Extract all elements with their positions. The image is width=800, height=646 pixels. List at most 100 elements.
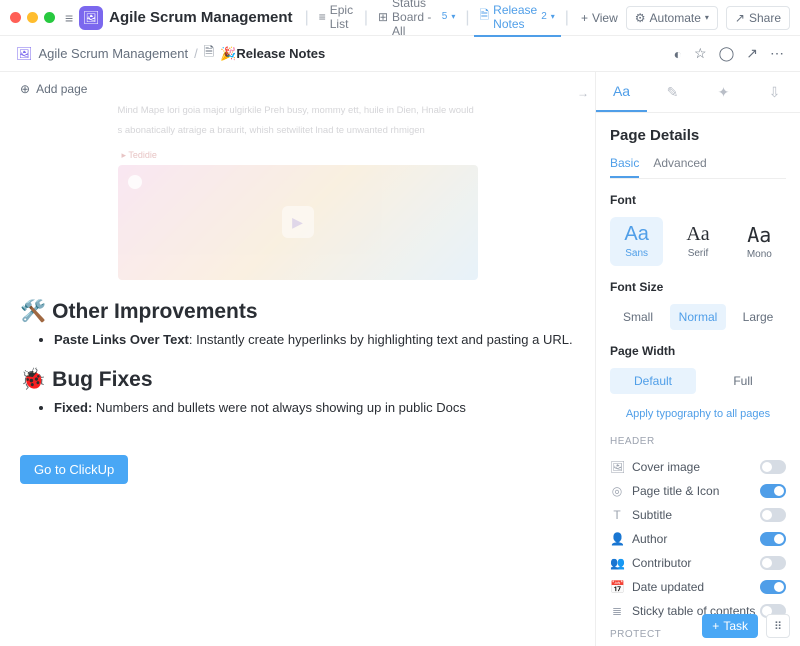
tab-count: 2 xyxy=(541,11,547,22)
fontsize-label: Font Size xyxy=(610,280,786,294)
toggle-switch[interactable] xyxy=(760,460,786,474)
video-thumbnail[interactable]: ▶ xyxy=(118,165,478,280)
toggle-switch[interactable] xyxy=(760,580,786,594)
row-icon: T xyxy=(610,508,624,522)
breadcrumb-separator: / xyxy=(194,46,198,61)
more-icon[interactable]: ⋯ xyxy=(770,45,784,62)
robot-icon: ⚙ xyxy=(635,11,646,25)
heading-text: Other Improvements xyxy=(52,300,257,324)
sub-tab-advanced[interactable]: Advanced xyxy=(653,156,706,178)
row-icon: 📅 xyxy=(610,580,624,594)
doc-icon: 🗎 xyxy=(204,43,214,65)
doc-icon: 🖼 xyxy=(16,46,33,62)
chevron-down-icon[interactable]: ▾ xyxy=(551,12,555,21)
row-label: Cover image xyxy=(632,460,700,474)
list-icon: ≡ xyxy=(319,10,326,24)
row-icon: 👥 xyxy=(610,556,624,570)
sidebar-title: Page Details xyxy=(610,127,786,144)
side-tab-ai[interactable]: ✦ xyxy=(698,72,749,112)
breadcrumb-current: 🎉Release Notes xyxy=(220,46,325,62)
workspace-icon: 🖼 xyxy=(79,6,103,30)
row-label: Contributor xyxy=(632,556,691,570)
tools-icon: 🛠️ xyxy=(20,300,46,324)
toggle-switch[interactable] xyxy=(760,532,786,546)
ghost-text-line: Mind Mape lori goia major ulgirkile Preh… xyxy=(118,104,478,118)
comment-icon[interactable]: ◯ xyxy=(719,45,735,62)
add-page-button[interactable]: ⊕ Add page xyxy=(20,82,575,96)
task-label: Task xyxy=(723,619,748,633)
add-view-button[interactable]: + View xyxy=(573,7,626,29)
chevron-down-icon[interactable]: ▾ xyxy=(451,12,455,21)
tab-label: Status Board - All xyxy=(392,0,438,38)
new-task-button[interactable]: + Task xyxy=(702,614,758,638)
section-heading-bugfixes: 🐞 Bug Fixes xyxy=(20,368,575,392)
doc-icon: 🗎 xyxy=(480,6,490,27)
font-label: Font xyxy=(610,193,786,207)
fontsize-large[interactable]: Large xyxy=(730,304,786,330)
go-to-clickup-button[interactable]: Go to ClickUp xyxy=(20,455,128,484)
share-icon: ↗ xyxy=(735,11,745,25)
row-icon: 🖼 xyxy=(610,460,624,474)
list-item: Fixed: Numbers and bullets were not alwa… xyxy=(54,398,575,419)
star-icon[interactable]: ☆ xyxy=(694,45,707,62)
plus-icon: + xyxy=(712,619,719,633)
side-tab-export[interactable]: ⇩ xyxy=(749,72,800,112)
link-icon[interactable]: ↗ xyxy=(746,45,758,62)
apply-typography-link[interactable]: Apply typography to all pages xyxy=(610,408,786,420)
section-heading-improvements: 🛠️ Other Improvements xyxy=(20,300,575,324)
collapse-sidebar-icon[interactable]: → xyxy=(577,86,589,100)
header-option-row: 🖼 Cover image xyxy=(610,455,786,479)
side-tab-settings[interactable]: ✎ xyxy=(647,72,698,112)
fontsize-normal[interactable]: Normal xyxy=(670,304,726,330)
menu-icon[interactable]: ≡ xyxy=(65,10,73,26)
tab-epic-list[interactable]: ≡ Epic List xyxy=(313,0,360,37)
row-label: Author xyxy=(632,532,667,546)
tab-status-board[interactable]: ⊞ Status Board - All 5 ▾ xyxy=(372,0,461,44)
close-window-dot[interactable] xyxy=(10,12,21,23)
header-option-row: ◎ Page title & Icon xyxy=(610,479,786,503)
workspace-title: Agile Scrum Management xyxy=(109,9,292,26)
add-view-label: View xyxy=(592,11,618,25)
tab-label: Release Notes xyxy=(493,3,537,31)
theme-icon[interactable]: ◐ xyxy=(674,46,682,62)
toggle-switch[interactable] xyxy=(760,484,786,498)
tab-count: 5 xyxy=(442,11,448,22)
tab-release-notes[interactable]: 🗎 Release Notes 2 ▾ xyxy=(474,0,561,37)
apps-grid-button[interactable]: ⠿ xyxy=(766,614,790,638)
youtube-label: ▸ Tedidie xyxy=(118,150,157,161)
board-icon: ⊞ xyxy=(378,10,388,24)
row-label: Date updated xyxy=(632,580,704,594)
toggle-switch[interactable] xyxy=(760,508,786,522)
breadcrumb-root[interactable]: Agile Scrum Management xyxy=(39,46,189,61)
tab-label: Epic List xyxy=(330,3,354,31)
add-page-label: Add page xyxy=(36,82,87,96)
maximize-window-dot[interactable] xyxy=(44,12,55,23)
share-label: Share xyxy=(749,11,781,25)
automate-button[interactable]: ⚙ Automate ▾ xyxy=(626,6,718,30)
row-icon: 👤 xyxy=(610,532,624,546)
pagewidth-label: Page Width xyxy=(610,344,786,358)
pagewidth-full[interactable]: Full xyxy=(700,368,786,394)
plus-icon: ⊕ xyxy=(20,82,30,96)
heading-text: Bug Fixes xyxy=(52,368,152,392)
play-icon: ▶ xyxy=(282,206,314,238)
side-tab-typography[interactable]: Aa xyxy=(596,72,647,112)
row-icon: ◎ xyxy=(610,484,624,498)
fontsize-small[interactable]: Small xyxy=(610,304,666,330)
pagewidth-default[interactable]: Default xyxy=(610,368,696,394)
header-option-row: 👤 Author xyxy=(610,527,786,551)
bug-icon: 🐞 xyxy=(20,368,46,392)
font-option-mono[interactable]: Aa Mono xyxy=(733,217,786,266)
automate-label: Automate xyxy=(650,11,701,25)
list-item: Paste Links Over Text: Instantly create … xyxy=(54,330,575,351)
row-label: Subtitle xyxy=(632,508,672,522)
share-button[interactable]: ↗ Share xyxy=(726,6,790,30)
ghost-text-line: s abonatically atraige a braurit, whish … xyxy=(118,124,478,138)
minimize-window-dot[interactable] xyxy=(27,12,38,23)
font-option-sans[interactable]: Aa Sans xyxy=(610,217,663,266)
header-option-row: T Subtitle xyxy=(610,503,786,527)
font-option-serif[interactable]: Aa Serif xyxy=(671,217,724,266)
toggle-switch[interactable] xyxy=(760,556,786,570)
sub-tab-basic[interactable]: Basic xyxy=(610,156,639,178)
header-option-row: 👥 Contributor xyxy=(610,551,786,575)
